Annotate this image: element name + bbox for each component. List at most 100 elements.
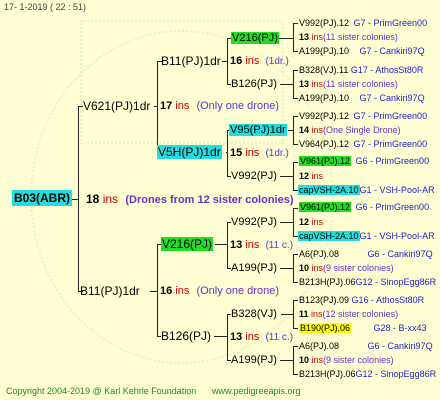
- gen4-row[interactable]: V992(PJ).12 G7 - PrimGreen00: [299, 112, 427, 121]
- gen1-bottom-ins-note: (Only one drone): [196, 285, 279, 297]
- gen3-c-node[interactable]: V95(PJ)1dr: [229, 124, 287, 136]
- gen4-ins: 10 ins(9 sister colonies): [299, 356, 394, 365]
- gen3-f-id[interactable]: A199(PJ): [231, 263, 277, 274]
- connector: [293, 162, 298, 163]
- gen4-id: B213H(PJ).06: [299, 277, 356, 287]
- gen1-bottom-ins-num: 16: [160, 285, 173, 297]
- connector: [293, 23, 294, 52]
- gen4-id: V992(PJ).12: [299, 111, 350, 121]
- connector: [279, 38, 294, 39]
- gen4-ins: 12 ins: [299, 218, 323, 227]
- gen4-ins-label: ins: [311, 32, 324, 42]
- gen2-a-ins-num: 16: [230, 55, 243, 67]
- gen2-c-node[interactable]: V216(PJ): [161, 237, 214, 251]
- gen4-ins: 11 ins(12 sister colonies): [299, 310, 398, 319]
- root-node[interactable]: B03(ABR): [12, 190, 73, 206]
- gen4-ins-note: (11 sister colonies): [323, 32, 398, 42]
- gen4-info: G7 - PrimGreen00: [353, 111, 428, 121]
- connector: [157, 61, 158, 153]
- gen4-row[interactable]: capVSH-2A.10G1 - VSH-Pool-AR: [298, 185, 435, 195]
- connector: [293, 116, 298, 117]
- gen2-d-ins-note: (11 c.): [265, 332, 294, 343]
- gen4-ins: 12 ins: [299, 172, 323, 181]
- gen4-row[interactable]: B328(VJ).11 G17 - AthosSt80R: [299, 66, 423, 75]
- gen4-ins-note: (11 sister colonies): [323, 79, 398, 89]
- gen2-d-id[interactable]: B126(PJ): [161, 330, 211, 342]
- gen2-b-ins-note: (1dr.): [265, 148, 289, 159]
- root-ins: 18 ins (Drones from 12 sister colonies): [86, 193, 294, 206]
- gen4-row[interactable]: V992(PJ).12 G7 - PrimGreen00: [299, 19, 427, 28]
- root-ins-note: (Drones from 12 sister colonies): [125, 194, 294, 206]
- gen2-b-ins-label: ins: [245, 147, 260, 159]
- gen4-row[interactable]: capVSH-2A.10G1 - VSH-Pool-AR: [298, 231, 435, 241]
- gen4-id: V992(PJ).12: [299, 18, 350, 28]
- gen2-a-ins-note: (1dr.): [265, 56, 289, 67]
- gen4-ins-note: (12 sister colonies): [322, 309, 399, 319]
- connector: [280, 176, 294, 177]
- gen4-row[interactable]: A6(PJ).08 G6 - Cankiri97Q: [299, 342, 433, 351]
- gen2-c-ins: 13 ins (11 c.): [230, 240, 293, 251]
- gen4-row[interactable]: V964(PJ).12 G7 - PrimGreen00: [299, 140, 427, 149]
- gen4-info: G17 - AthosSt80R: [350, 65, 424, 75]
- gen3-d-id[interactable]: V992(PJ): [231, 171, 277, 182]
- connector: [293, 254, 298, 255]
- pedigree-chart: 17- 1-2019 ( 22 : 51) B03(ABR) 18 ins (D…: [0, 0, 440, 400]
- gen3-g-id[interactable]: B328(VJ): [231, 309, 277, 320]
- footer-site[interactable]: www.pedigreeapis.org: [212, 387, 301, 396]
- connector: [78, 106, 79, 292]
- gen4-ins-num: 11: [299, 309, 309, 319]
- gen1-top-id[interactable]: V621(PJ)1dr: [83, 100, 150, 112]
- gen1-top-ins-label: ins: [175, 100, 190, 112]
- gen4-row[interactable]: V961(PJ).12 G6 - PrimGreen00: [299, 202, 429, 212]
- gen4-row[interactable]: B123(PJ).09 G16 - AthosSt80R: [299, 296, 424, 305]
- gen4-row[interactable]: B213H(PJ).06G12 - SinopEgg86R: [299, 370, 436, 379]
- root-ins-label: ins: [102, 192, 119, 206]
- connector: [293, 254, 294, 283]
- gen4-id: capVSH-2A.10: [298, 185, 360, 195]
- gen2-c-ins-label: ins: [245, 239, 260, 251]
- gen4-ins-note: (9 sister colonies): [323, 263, 394, 273]
- gen4-id: capVSH-2A.10: [298, 231, 360, 241]
- gen2-d-ins: 13 ins (11 c.): [230, 332, 293, 343]
- connector: [293, 346, 294, 375]
- gen2-a-ins-label: ins: [245, 55, 260, 67]
- gen2-b-ins-num: 15: [230, 147, 243, 159]
- gen4-row[interactable]: A199(PJ).10 G7 - Cankiri97Q: [299, 94, 425, 103]
- gen3-b-id[interactable]: B126(PJ): [231, 79, 277, 90]
- gen4-info: G7 - Cankiri97Q: [359, 46, 425, 56]
- gen4-info: G12 - SinopEgg86R: [355, 277, 437, 287]
- gen4-id: A199(PJ).10: [299, 46, 350, 56]
- gen2-b-ins: 15 ins (1dr.): [230, 148, 289, 159]
- gen4-ins-label: ins: [311, 309, 323, 319]
- gen1-bottom-id[interactable]: B11(PJ)1dr: [80, 285, 140, 297]
- gen4-ins-label: ins: [311, 171, 324, 181]
- connector: [293, 116, 294, 145]
- gen4-id: A6(PJ).08: [299, 249, 340, 259]
- gen4-info: G28 - B-xx43: [373, 323, 427, 333]
- gen1-top-ins-num: 17: [160, 100, 173, 112]
- gen2-b-node[interactable]: V5H(PJ)1dr: [157, 145, 222, 159]
- gen2-c-id: V216(PJ): [161, 237, 214, 251]
- gen2-c-ins-note: (11 c.): [265, 240, 294, 251]
- gen3-a-node[interactable]: V216(PJ): [231, 32, 279, 44]
- gen4-info: G6 - PrimGreen00: [355, 156, 430, 166]
- gen4-row[interactable]: A199(PJ).10 G7 - Cankiri97Q: [299, 47, 425, 56]
- gen2-a-id[interactable]: B11(PJ)1dr: [161, 55, 221, 67]
- gen4-row[interactable]: A6(PJ).08 G6 - Cankiri97Q: [299, 250, 433, 259]
- gen4-info: G12 - SinopEgg86R: [355, 369, 437, 379]
- gen4-row[interactable]: B190(PJ).06 G28 - B-xx43: [299, 323, 427, 333]
- gen1-bottom-ins-label: ins: [175, 285, 190, 297]
- connector: [293, 374, 298, 375]
- root-ins-num: 18: [86, 192, 100, 206]
- connector: [280, 268, 294, 269]
- gen3-e-id[interactable]: V992(PJ): [231, 217, 277, 228]
- connector: [293, 70, 298, 71]
- gen3-h-id[interactable]: A199(PJ): [231, 355, 277, 366]
- gen3-a-id: V216(PJ): [231, 32, 279, 44]
- gen4-info: G7 - Cankiri97Q: [359, 93, 425, 103]
- connector: [293, 51, 298, 52]
- connector: [293, 208, 294, 237]
- gen4-row[interactable]: B213H(PJ).06G12 - SinopEgg86R: [299, 278, 436, 287]
- connector: [293, 98, 298, 99]
- gen4-row[interactable]: V961(PJ).12 G6 - PrimGreen00: [299, 156, 430, 166]
